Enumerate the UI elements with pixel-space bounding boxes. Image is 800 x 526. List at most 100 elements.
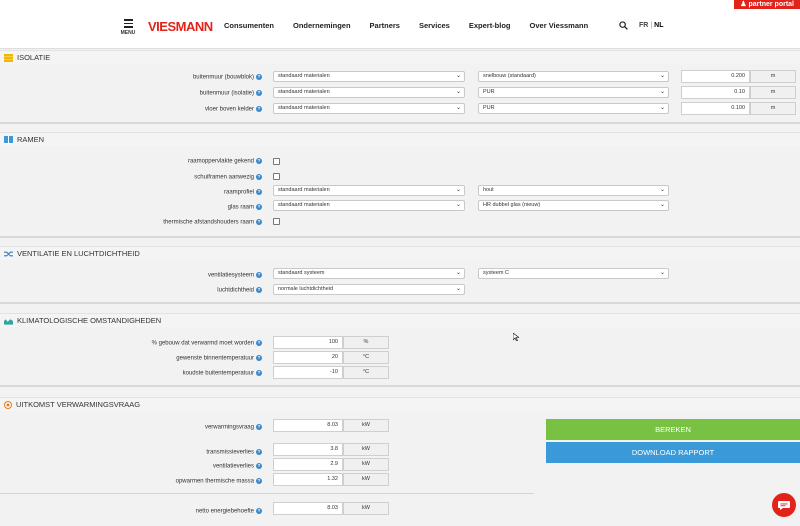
- partner-portal-link[interactable]: ♟ partner portal: [734, 0, 800, 9]
- ventilatie-systeem-select[interactable]: standaard systeem ⌄: [273, 268, 465, 279]
- type-select[interactable]: PUR ⌄: [478, 87, 669, 98]
- main-nav: Consumenten Ondernemingen Partners Servi…: [224, 21, 607, 30]
- chevron-down-icon: ⌄: [659, 105, 665, 111]
- help-icon[interactable]: ?: [256, 189, 262, 195]
- unit-label: m: [750, 86, 796, 99]
- raamprofiel-material-select[interactable]: standaard materialen ⌄: [273, 185, 465, 196]
- help-icon[interactable]: ?: [256, 219, 262, 225]
- schuiframen-checkbox[interactable]: [273, 173, 280, 180]
- section-ventilatie-header[interactable]: VENTILATIE EN LUCHTDICHTHEID: [0, 246, 800, 260]
- row-label: verwarmingsvraag?: [204, 424, 262, 431]
- nav-partners[interactable]: Partners: [370, 21, 400, 30]
- search-icon[interactable]: [619, 21, 628, 30]
- chevron-down-icon: ⌄: [455, 89, 461, 95]
- verwarmingsvraag-value: 8.03: [273, 419, 343, 432]
- help-icon[interactable]: ?: [256, 340, 262, 346]
- section-klimaat-body: % gebouw dat verwarmd moet worden? 100 %…: [0, 327, 800, 387]
- row-label: koudste buitentemperatuur?: [182, 370, 262, 377]
- raamoppervlakte-checkbox[interactable]: [273, 158, 280, 165]
- row-label: schuiframen aanwezig?: [194, 174, 262, 181]
- help-icon[interactable]: ?: [256, 204, 262, 210]
- help-icon[interactable]: ?: [256, 90, 262, 96]
- nav-ondernemingen[interactable]: Ondernemingen: [293, 21, 351, 30]
- unit-label: %: [343, 336, 389, 349]
- section-ramen-header[interactable]: RAMEN: [0, 132, 800, 146]
- chat-button[interactable]: [772, 493, 796, 517]
- help-icon[interactable]: ?: [256, 158, 262, 164]
- thickness-input[interactable]: 0.10: [681, 86, 750, 99]
- binnentemperatuur-input[interactable]: 20: [273, 351, 343, 364]
- buitentemperatuur-input[interactable]: -10: [273, 366, 343, 379]
- row-label: transmissieverlies?: [206, 449, 262, 456]
- section-title: VENTILATIE EN LUCHTDICHTHEID: [17, 249, 140, 258]
- lang-nl[interactable]: NL: [654, 22, 663, 29]
- help-icon[interactable]: ?: [256, 287, 262, 293]
- nav-services[interactable]: Services: [419, 21, 450, 30]
- bereken-button[interactable]: BEREKEN: [546, 419, 800, 440]
- section-isolatie-body: buitenmuur (bouwblok)? standaard materia…: [0, 64, 800, 124]
- raamprofiel-type-select[interactable]: hout ⌄: [478, 185, 669, 196]
- thickness-input[interactable]: 0.100: [681, 102, 750, 115]
- section-ramen-body: raamoppervlakte gekend? schuiframen aanw…: [0, 146, 800, 238]
- help-icon[interactable]: ?: [256, 106, 262, 112]
- glas-type-select[interactable]: HR dubbel glas (nieuw) ⌄: [478, 200, 669, 211]
- site-header: MENU VIESMANN Consumenten Ondernemingen …: [0, 0, 800, 49]
- help-icon[interactable]: ?: [256, 370, 262, 376]
- help-icon[interactable]: ?: [256, 74, 262, 80]
- row-label: buitenmuur (bouwblok)?: [192, 74, 262, 81]
- section-title: RAMEN: [17, 135, 45, 144]
- help-icon[interactable]: ?: [256, 449, 262, 455]
- verwarmd-input[interactable]: 100: [273, 336, 343, 349]
- material-select[interactable]: standaard materialen ⌄: [273, 103, 465, 114]
- nav-over-viessmann[interactable]: Over Viessmann: [530, 21, 589, 30]
- language-switch: FR | NL: [639, 22, 664, 29]
- glas-material-select[interactable]: standaard materialen ⌄: [273, 200, 465, 211]
- row-label: raamprofiel?: [223, 189, 262, 196]
- material-select[interactable]: standaard materialen ⌄: [273, 87, 465, 98]
- unit-label: kW: [343, 502, 389, 515]
- help-icon[interactable]: ?: [256, 174, 262, 180]
- unit-label: °C: [343, 351, 389, 364]
- material-select[interactable]: standaard materialen ⌄: [273, 71, 465, 82]
- menu-button[interactable]: MENU: [120, 17, 136, 36]
- help-icon[interactable]: ?: [256, 424, 262, 430]
- area-chart-icon: [4, 318, 13, 325]
- chevron-down-icon: ⌄: [455, 187, 461, 193]
- help-icon[interactable]: ?: [256, 463, 262, 469]
- luchtdichtheid-select[interactable]: normale luchtdichtheid ⌄: [273, 284, 465, 295]
- type-select[interactable]: PUR ⌄: [478, 103, 669, 114]
- nav-consumenten[interactable]: Consumenten: [224, 21, 274, 30]
- hamburger-icon: [120, 19, 136, 28]
- type-select[interactable]: snelbouw (standaard) ⌄: [478, 71, 669, 82]
- help-icon[interactable]: ?: [256, 508, 262, 514]
- shuffle-icon: [4, 251, 13, 256]
- chevron-down-icon: ⌄: [659, 270, 665, 276]
- help-icon[interactable]: ?: [256, 355, 262, 361]
- row-label: ventilatieverlies?: [212, 463, 262, 470]
- section-klimaat-header[interactable]: KLIMATOLOGISCHE OMSTANDIGHEDEN: [0, 313, 800, 327]
- ventilatie-type-select[interactable]: systeem C ⌄: [478, 268, 669, 279]
- menu-label: MENU: [120, 29, 136, 36]
- afstandshouders-checkbox[interactable]: [273, 218, 280, 225]
- section-uitkomst-header[interactable]: UITKOMST VERWARMINGSVRAAG: [0, 397, 800, 411]
- help-icon[interactable]: ?: [256, 272, 262, 278]
- download-rapport-button[interactable]: DOWNLOAD RAPPORT: [546, 442, 800, 463]
- lang-fr[interactable]: FR: [639, 22, 648, 29]
- unit-label: kW: [343, 443, 389, 456]
- section-isolatie-header[interactable]: ISOLATIE: [0, 50, 800, 64]
- section-title: UITKOMST VERWARMINGSVRAAG: [16, 400, 141, 409]
- unit-label: m: [750, 70, 796, 83]
- section-title: KLIMATOLOGISCHE OMSTANDIGHEDEN: [17, 316, 162, 325]
- unit-label: m: [750, 102, 796, 115]
- netto-value: 8.03: [273, 502, 343, 515]
- help-icon[interactable]: ?: [256, 478, 262, 484]
- chevron-down-icon: ⌄: [659, 187, 665, 193]
- chevron-down-icon: ⌄: [455, 202, 461, 208]
- target-icon: [4, 400, 12, 409]
- row-label: glas raam?: [227, 204, 262, 211]
- thickness-input[interactable]: 0.200: [681, 70, 750, 83]
- nav-expert-blog[interactable]: Expert-blog: [469, 21, 511, 30]
- viessmann-logo[interactable]: VIESMANN: [148, 19, 213, 34]
- unit-label: kW: [343, 419, 389, 432]
- insulation-icon: [4, 53, 13, 62]
